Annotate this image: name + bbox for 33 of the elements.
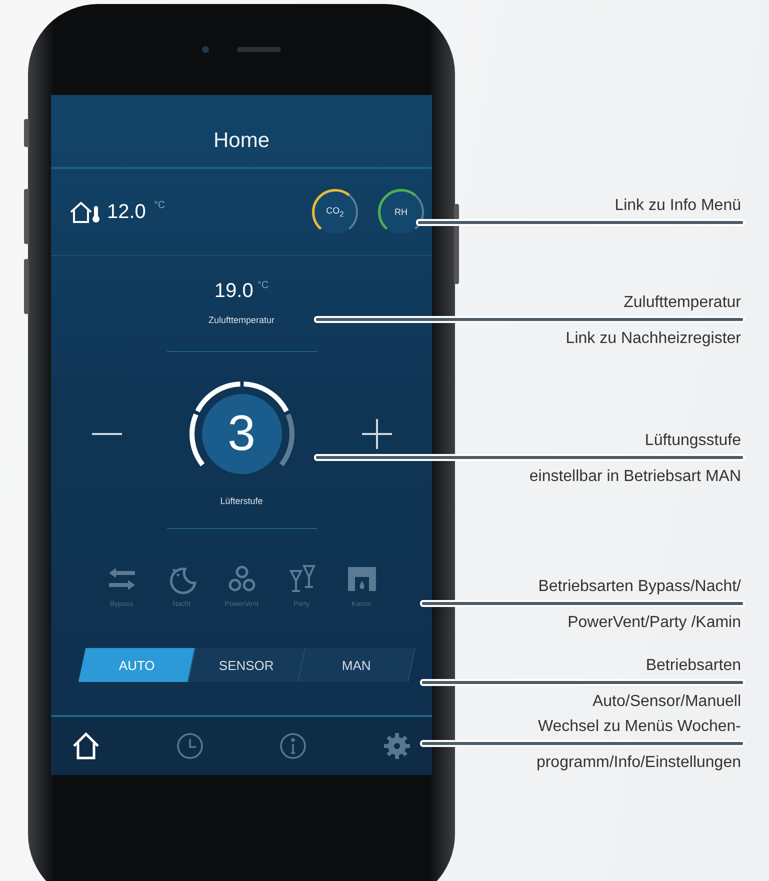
gauge-ring-icon[interactable] xyxy=(376,187,426,237)
supply-temperature[interactable]: 19.0 xyxy=(214,280,254,302)
callout-text: Zulufttemperatur xyxy=(624,293,742,313)
gauge-label[interactable]: CO$_{2}$ xyxy=(326,206,344,218)
plus-icon[interactable] xyxy=(362,419,392,449)
outdoor-temperature: 12.0 xyxy=(107,200,146,224)
speaker-slit xyxy=(237,47,281,52)
callout-text: Link zu Nachheizregister xyxy=(566,329,742,349)
fan-level-value: 3 xyxy=(228,408,256,458)
callout-text: einstellbar in Betriebsart MAN xyxy=(529,467,742,487)
mode-tab[interactable]: MAN xyxy=(298,648,416,682)
temperature-unit: °C xyxy=(154,200,166,211)
callout-text: PowerVent/Party /Kamin xyxy=(568,613,742,633)
supply-label: Zulufttemperatur xyxy=(208,315,275,325)
callout-text: programm/Info/Einstellungen xyxy=(536,753,742,773)
minus-icon[interactable] xyxy=(92,432,122,436)
clock-icon[interactable] xyxy=(174,731,205,761)
gauge-label[interactable]: RH xyxy=(394,207,408,217)
temperature-unit: °C xyxy=(257,280,269,291)
home-icon[interactable] xyxy=(71,731,101,761)
mode-tab[interactable]: SENSOR xyxy=(188,648,306,682)
callout-text: Auto/Sensor/Manuell xyxy=(592,692,742,712)
callout-text: Wechsel zu Menüs Wochen- xyxy=(538,717,742,737)
info-icon[interactable] xyxy=(278,731,308,761)
fan-label: Lüfterstufe xyxy=(220,496,263,506)
callout-text: Betriebsarten Bypass/Nacht/ xyxy=(538,577,742,597)
callout-text: Lüftungsstufe xyxy=(644,431,742,451)
gauge-ring-icon[interactable] xyxy=(310,187,360,237)
settings-icon[interactable] xyxy=(382,731,412,761)
screen-title: Home xyxy=(213,129,270,153)
callout-text: Betriebsarten xyxy=(646,656,742,676)
callout-text: Link zu Info Menü xyxy=(614,196,742,216)
camera-dot xyxy=(202,46,209,53)
